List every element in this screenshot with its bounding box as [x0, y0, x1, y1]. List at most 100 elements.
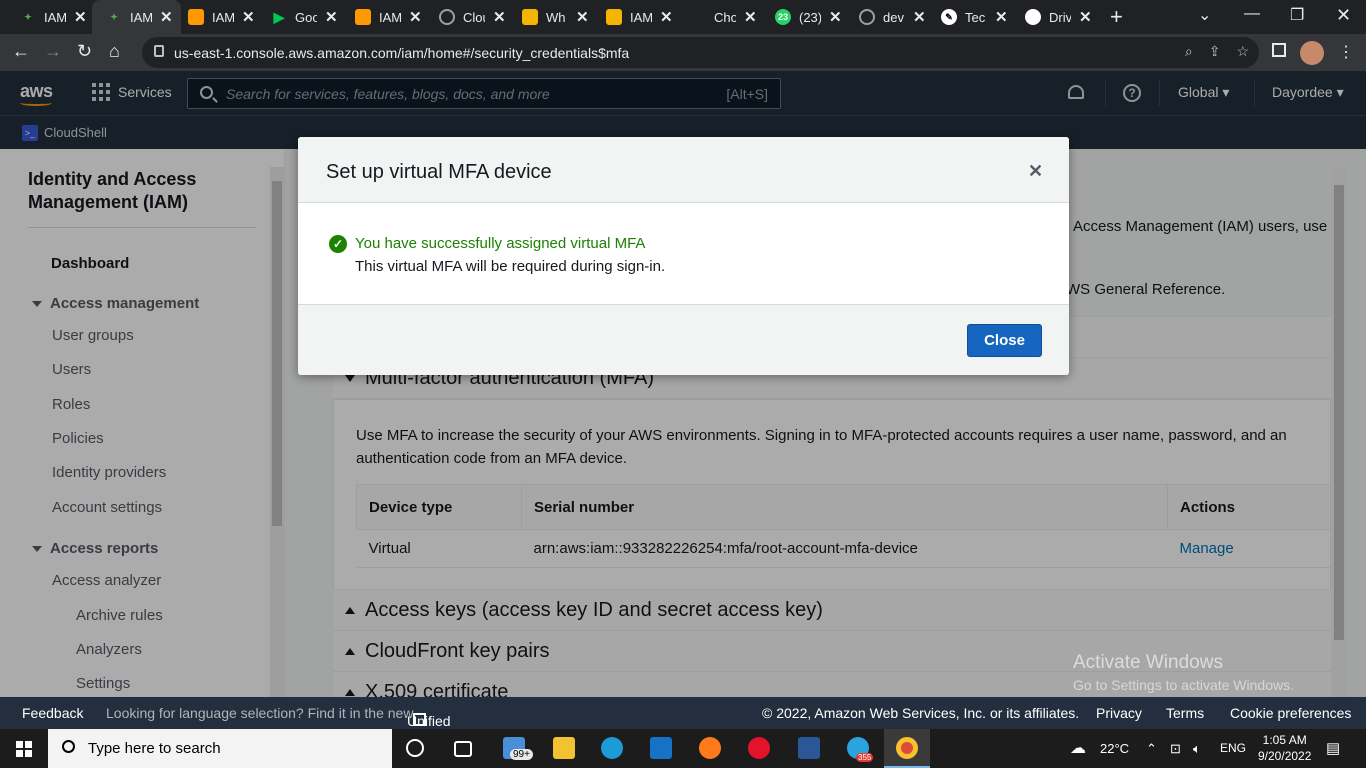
- aws-favicon-icon: [355, 9, 371, 25]
- search-icon: [62, 740, 75, 753]
- firefox-icon[interactable]: [699, 737, 721, 759]
- box-favicon-icon: [606, 9, 622, 25]
- close-tab-icon[interactable]: ✕: [829, 8, 842, 26]
- language-notice: Looking for language selection? Find it …: [106, 705, 414, 721]
- share-icon[interactable]: ⇪: [1209, 43, 1221, 60]
- url-text: us-east-1.console.aws.amazon.com/iam/hom…: [174, 44, 630, 61]
- feedback-link[interactable]: Feedback: [22, 705, 83, 721]
- cortana-icon[interactable]: [406, 739, 424, 757]
- browser-tab[interactable]: Cho ✕: [690, 4, 757, 30]
- browser-tab[interactable]: 23 (23) ✕: [775, 4, 842, 30]
- browser-tab-active[interactable]: ✦ IAM ✕: [92, 0, 181, 34]
- copyright-text: © 2022, Amazon Web Services, Inc. or its…: [762, 705, 1080, 721]
- close-tab-icon[interactable]: ✕: [576, 8, 589, 26]
- aws-favicon-icon: [188, 9, 204, 25]
- taskbar-search-input[interactable]: Type here to search: [48, 729, 392, 768]
- globe-favicon-icon: [859, 9, 875, 25]
- close-tab-icon[interactable]: ✕: [913, 8, 926, 26]
- close-tab-icon[interactable]: ✕: [242, 8, 255, 26]
- task-view-icon[interactable]: [454, 741, 472, 757]
- success-detail: This virtual MFA will be required during…: [355, 258, 666, 275]
- aws-footer: Feedback Looking for language selection?…: [0, 697, 1366, 745]
- new-tab-button[interactable]: +: [1110, 4, 1123, 30]
- close-tab-icon[interactable]: ✕: [409, 8, 422, 26]
- back-icon[interactable]: ←: [12, 41, 30, 62]
- system-clock[interactable]: 1:05 AM 9/20/2022: [1258, 732, 1311, 764]
- browser-toolbar: ← → ↻ ⌂ us-east-1.console.aws.amazon.com…: [0, 34, 1366, 71]
- play-favicon-icon: ▶: [273, 8, 285, 25]
- edge-icon[interactable]: [601, 737, 623, 759]
- terms-link[interactable]: Terms: [1166, 705, 1204, 721]
- close-tab-icon[interactable]: ✕: [493, 8, 506, 26]
- dialog-title: Set up virtual MFA device: [326, 161, 552, 183]
- browser-tab[interactable]: IAM ✕: [188, 4, 255, 30]
- input-language[interactable]: ENG: [1220, 741, 1246, 755]
- browser-tab[interactable]: ▶ Goo ✕: [271, 4, 338, 30]
- success-check-icon: ✓: [329, 235, 347, 253]
- browser-tab[interactable]: IAM ✕: [355, 4, 422, 30]
- iam-favicon-icon: ✦: [110, 11, 118, 22]
- profile-avatar[interactable]: [1300, 41, 1324, 65]
- whatsapp-favicon-icon: 23: [775, 9, 791, 25]
- minimize-icon[interactable]: —: [1244, 5, 1260, 23]
- notifications-icon[interactable]: ▤: [1326, 739, 1340, 757]
- close-tab-icon[interactable]: ✕: [660, 8, 673, 26]
- file-explorer-icon[interactable]: [553, 737, 575, 759]
- close-button[interactable]: Close: [967, 324, 1042, 357]
- dialog-header: Set up virtual MFA device ✕: [298, 137, 1069, 203]
- box-favicon-icon: [522, 9, 538, 25]
- success-message: You have successfully assigned virtual M…: [355, 235, 646, 252]
- dialog-footer: Close: [298, 304, 1069, 375]
- close-icon[interactable]: ✕: [1028, 161, 1043, 182]
- cookie-preferences-link[interactable]: Cookie preferences: [1230, 705, 1351, 721]
- activate-windows-watermark: Activate Windows: [1073, 652, 1223, 673]
- restore-icon[interactable]: ❐: [1290, 5, 1304, 25]
- browser-tab[interactable]: ✦ IAM ✕: [20, 4, 87, 30]
- browser-tab-strip: ✦IAM✕ ✦IAM✕ IAM✕ ▶Goo✕ IAM✕ Clou✕ Wh✕ IA…: [0, 0, 1366, 34]
- windows-start-icon[interactable]: [16, 741, 32, 757]
- bookmark-star-icon[interactable]: ☆: [1236, 43, 1249, 60]
- reload-icon[interactable]: ↻: [77, 41, 92, 62]
- close-tab-icon[interactable]: ✕: [744, 8, 757, 26]
- mfa-setup-dialog: Set up virtual MFA device ✕ ✓ You have s…: [298, 137, 1069, 375]
- browser-tab[interactable]: Wh ✕: [522, 4, 589, 30]
- browser-tab[interactable]: IAM ✕: [606, 4, 673, 30]
- browser-menu-icon[interactable]: ⋮: [1338, 42, 1354, 62]
- store-icon[interactable]: [650, 737, 672, 759]
- close-window-icon[interactable]: ✕: [1336, 5, 1351, 26]
- browser-tab[interactable]: Driv ✕: [1025, 4, 1092, 30]
- close-tab-icon[interactable]: ✕: [995, 8, 1008, 26]
- external-link-icon: [413, 713, 426, 726]
- chrome-icon[interactable]: [896, 737, 918, 759]
- pen-favicon-icon: ✎: [941, 9, 957, 25]
- weather-temperature[interactable]: 22°C: [1100, 741, 1129, 756]
- opera-icon[interactable]: [748, 737, 770, 759]
- privacy-link[interactable]: Privacy: [1096, 705, 1142, 721]
- globe-favicon-icon: [1025, 9, 1041, 25]
- home-icon[interactable]: ⌂: [109, 41, 120, 62]
- browser-tab[interactable]: Clou✕: [439, 4, 506, 30]
- lock-icon[interactable]: [154, 45, 164, 57]
- address-bar[interactable]: us-east-1.console.aws.amazon.com/iam/hom…: [142, 37, 1259, 68]
- close-tab-icon[interactable]: ✕: [325, 8, 338, 26]
- close-tab-icon[interactable]: ✕: [74, 8, 87, 26]
- sidepanel-icon[interactable]: [1272, 43, 1286, 57]
- close-tab-icon[interactable]: ✕: [160, 8, 173, 26]
- word-icon[interactable]: [798, 737, 820, 759]
- show-hidden-icons[interactable]: ⌃: [1146, 741, 1157, 757]
- browser-tab[interactable]: ✎ Tec ✕: [941, 4, 1008, 30]
- mail-badge: 99+: [510, 749, 533, 760]
- iam-favicon-icon: ✦: [24, 11, 32, 22]
- browser-tab[interactable]: dev ✕: [859, 4, 926, 30]
- weather-cloud-icon[interactable]: ☁: [1070, 738, 1086, 758]
- network-icon[interactable]: ⊡: [1170, 741, 1181, 757]
- close-tab-icon[interactable]: ✕: [1079, 8, 1092, 26]
- windows-taskbar: Type here to search 99+ 355 ☁ 22°C ⌃ ⊡ 🔈…: [0, 729, 1366, 768]
- activate-windows-hint: Go to Settings to activate Windows.: [1073, 677, 1294, 693]
- volume-icon[interactable]: 🔈︎: [1193, 741, 1201, 757]
- github-favicon-icon: [439, 9, 455, 25]
- zoom-icon[interactable]: ⌕: [1185, 43, 1193, 60]
- telegram-badge: 355: [856, 753, 874, 762]
- forward-icon[interactable]: →: [44, 41, 62, 62]
- tab-search-icon[interactable]: ⌄: [1198, 5, 1211, 25]
